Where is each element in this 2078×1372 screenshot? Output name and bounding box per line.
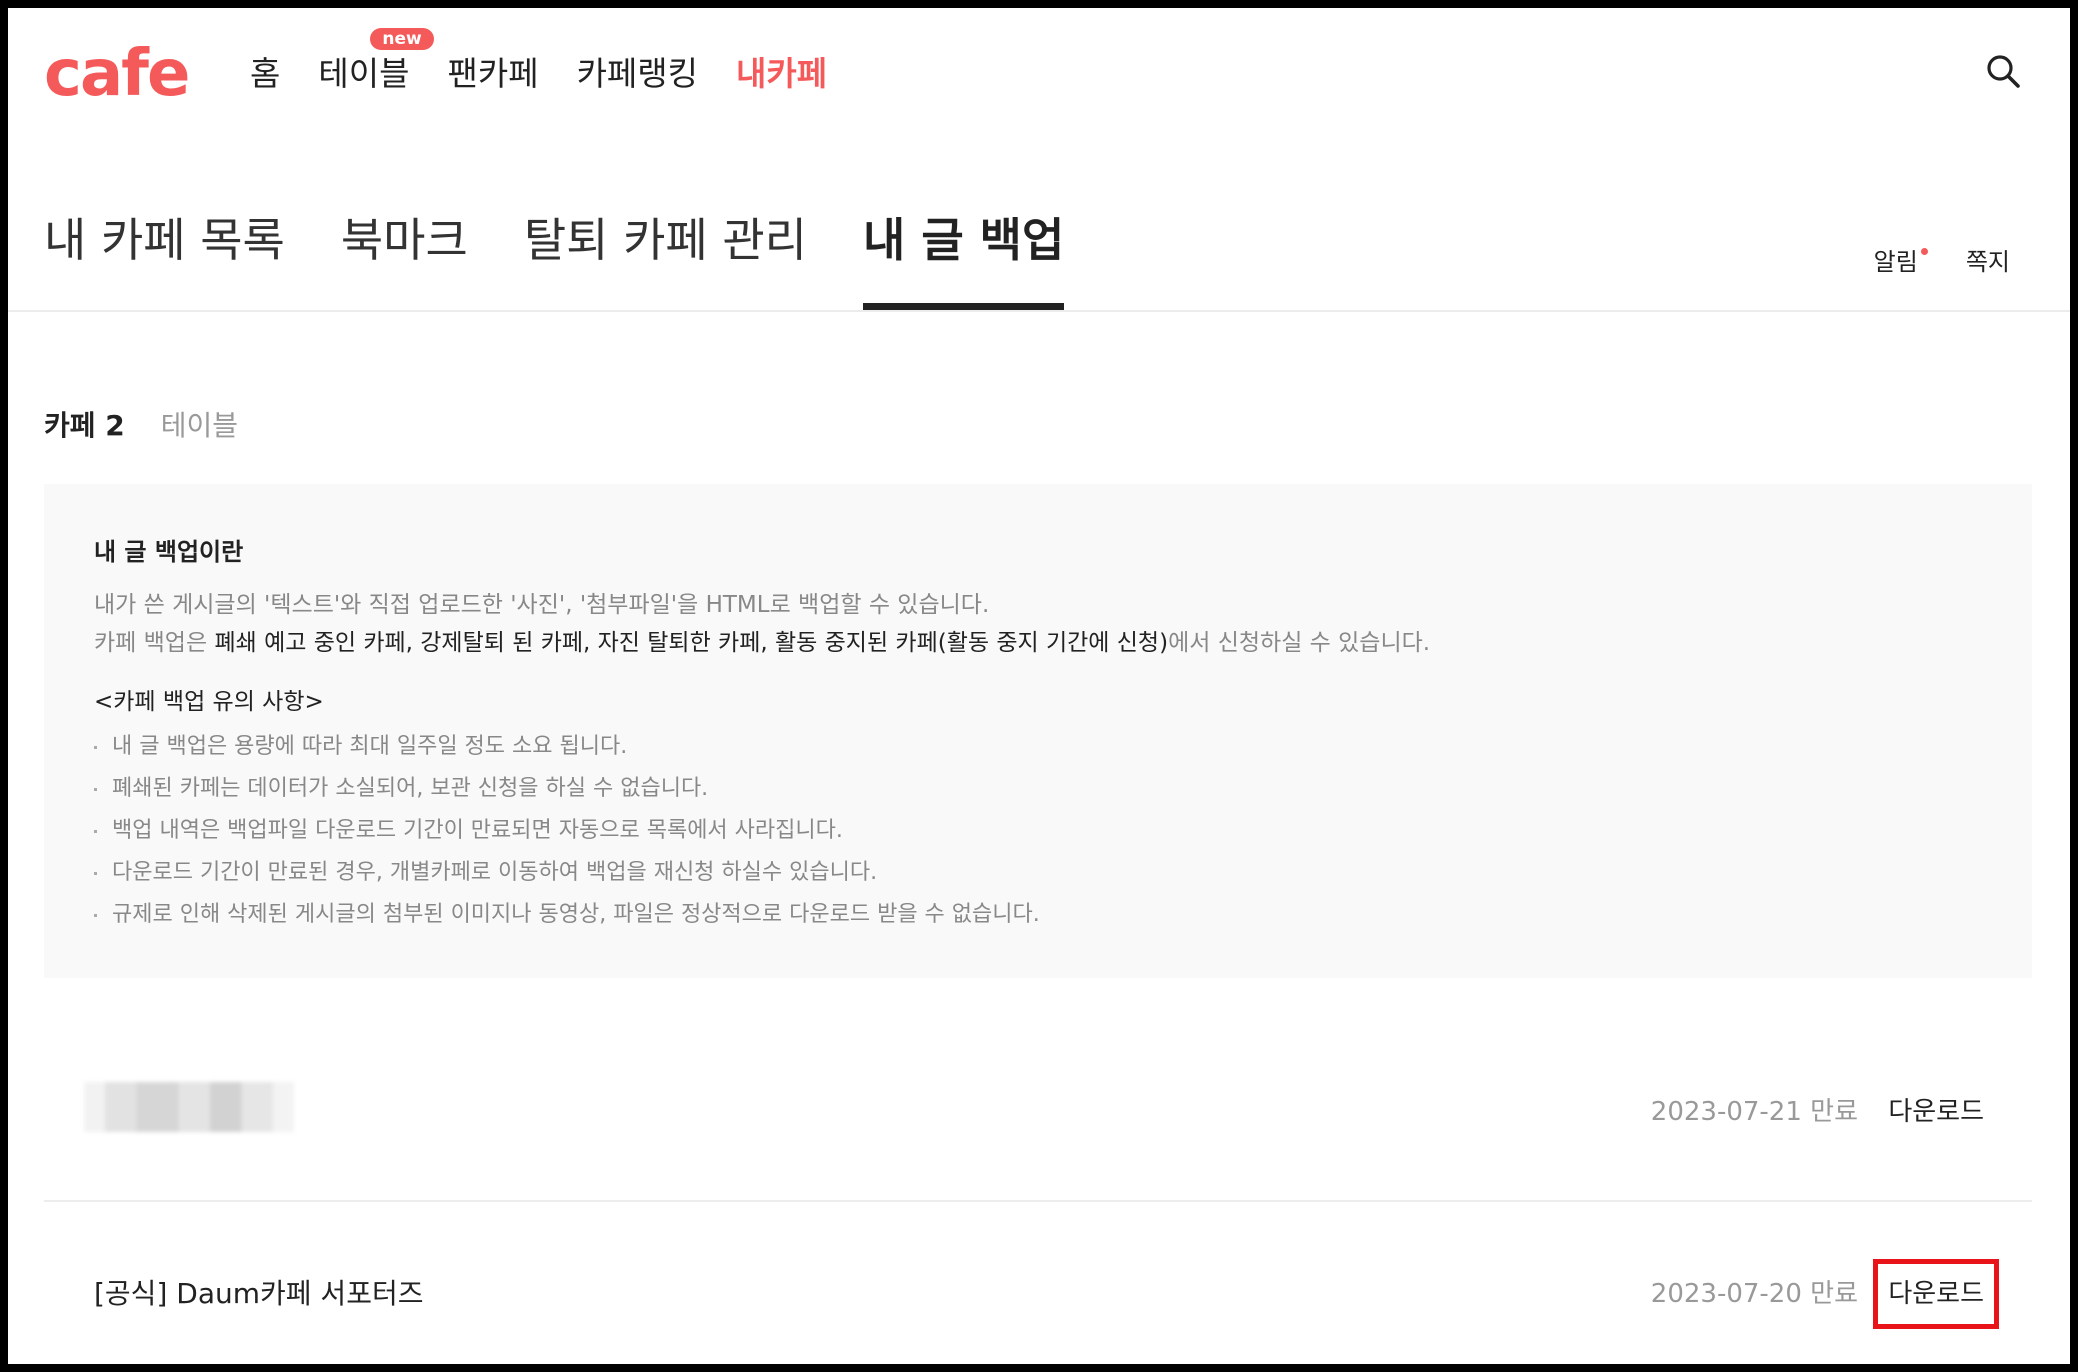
search-icon (1987, 55, 2020, 88)
cafe-logo[interactable]: cafe (44, 38, 190, 110)
tab-post-backup[interactable]: 내 글 백업 (863, 208, 1065, 310)
nav-table-label: 테이블 (318, 54, 410, 93)
download-button[interactable]: 다운로드 (1873, 1259, 1999, 1329)
new-badge: new (370, 28, 434, 50)
download-button[interactable]: 다운로드 (1888, 1092, 1984, 1132)
filter-cafe[interactable]: 카페 2 (44, 404, 125, 444)
expiry-date: 2023-07-20 만료 (1650, 1279, 1858, 1309)
nav-cafe-ranking[interactable]: 카페랭킹 (577, 52, 698, 96)
utility-links: 알림 쪽지 (1826, 244, 2010, 280)
backup-row: 2023-07-21 만료 다운로드 (44, 1020, 2032, 1202)
alarm-link[interactable]: 알림 (1873, 244, 1928, 280)
backup-info-box: 내 글 백업이란 내가 쓴 게시글의 '텍스트'와 직접 업로드한 '사진', … (44, 484, 2032, 978)
cafe-name[interactable]: [공식] Daum카페 서포터즈 (94, 1274, 423, 1314)
info-title: 내 글 백업이란 (94, 538, 244, 566)
backup-row: [공식] Daum카페 서포터즈 2023-07-20 만료 다운로드 (44, 1202, 2032, 1364)
notice-item: 백업 내역은 백업파일 다운로드 기간이 만료되면 자동으로 목록에서 사라집니… (94, 810, 1982, 852)
alarm-dot-icon (1920, 248, 1928, 255)
info-line-2-strong: 폐쇄 예고 중인 카페, 강제탈퇴 된 카페, 자진 탈퇴한 카페, 활동 중지… (214, 630, 1169, 656)
top-navigation: cafe 홈 테이블 new 팬카페 카페랭킹 내카페 (8, 8, 2070, 138)
nav-my-cafe[interactable]: 내카페 (736, 52, 827, 96)
nav-fancafe[interactable]: 팬카페 (447, 52, 538, 96)
page: cafe 홈 테이블 new 팬카페 카페랭킹 내카페 내 카페 목록 북마크 … (8, 8, 2070, 1364)
notice-item: 내 글 백업은 용량에 따라 최대 일주일 정도 소요 됩니다. (94, 726, 1982, 768)
info-line-2-prefix: 카페 백업은 (94, 630, 215, 656)
info-line-1: 내가 쓴 게시글의 '텍스트'와 직접 업로드한 '사진', '첨부파일'을 H… (94, 592, 990, 618)
tab-bookmark[interactable]: 북마크 (341, 208, 468, 310)
notice-list: 내 글 백업은 용량에 따라 최대 일주일 정도 소요 됩니다. 폐쇄된 카페는… (94, 726, 1982, 936)
notice-title: <카페 백업 유의 사항> (94, 689, 324, 715)
message-link[interactable]: 쪽지 (1966, 244, 2010, 280)
nav-home[interactable]: 홈 (250, 52, 280, 96)
tab-withdrawn-cafe[interactable]: 탈퇴 카페 관리 (524, 208, 807, 310)
tab-divider (8, 310, 2070, 312)
sub-filter: 카페 2 테이블 (44, 404, 238, 444)
info-line-2: 카페 백업은 폐쇄 예고 중인 카페, 강제탈퇴 된 카페, 자진 탈퇴한 카페… (94, 624, 1982, 662)
search-button[interactable] (1984, 52, 2024, 92)
my-cafe-tabs: 내 카페 목록 북마크 탈퇴 카페 관리 내 글 백업 (44, 208, 1120, 310)
expiry-date: 2023-07-21 만료 (1650, 1097, 1858, 1127)
filter-table[interactable]: 테이블 (161, 404, 238, 444)
nav-table[interactable]: 테이블 new (318, 28, 434, 96)
main-nav: 홈 테이블 new 팬카페 카페랭킹 내카페 (250, 28, 865, 96)
blurred-cafe-name (84, 1082, 294, 1132)
notice-item: 다운로드 기간이 만료된 경우, 개별카페로 이동하여 백업을 재신청 하실수 … (94, 852, 1982, 894)
notice-item: 규제로 인해 삭제된 게시글의 첨부된 이미지나 동영상, 파일은 정상적으로 … (94, 894, 1982, 936)
notice-item: 폐쇄된 카페는 데이터가 소실되어, 보관 신청을 하실 수 없습니다. (94, 768, 1982, 810)
alarm-label: 알림 (1873, 248, 1918, 276)
info-line-2-suffix: 에서 신청하실 수 있습니다. (1168, 630, 1431, 656)
tab-my-cafe-list[interactable]: 내 카페 목록 (44, 208, 285, 310)
